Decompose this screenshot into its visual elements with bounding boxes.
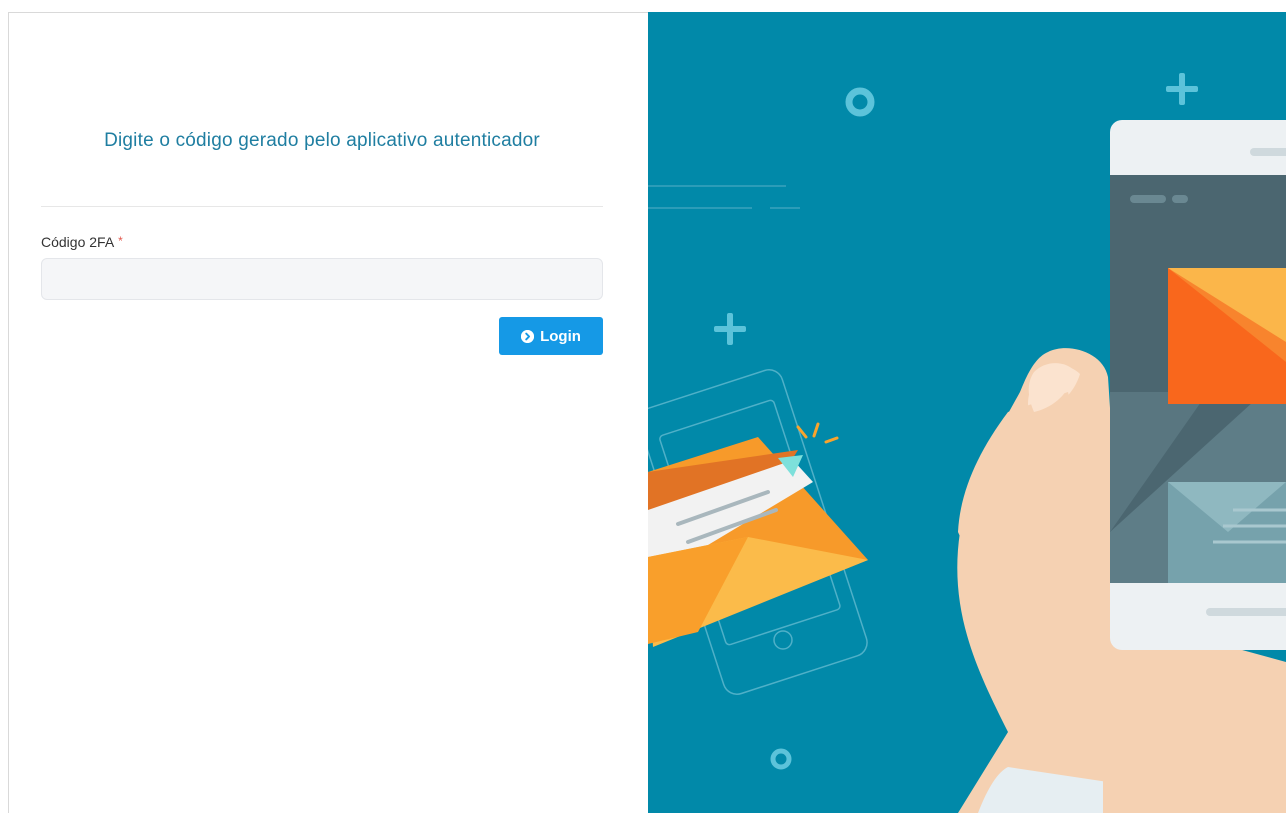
two-factor-login-page: Digite o código gerado pelo aplicativo a… [0, 0, 1286, 813]
login-panel: Digite o código gerado pelo aplicativo a… [8, 12, 648, 813]
ring-decor-icon [845, 87, 875, 117]
illustration-graphic [648, 73, 1286, 813]
login-button[interactable]: Login [499, 317, 603, 355]
code-field-label-text: Código 2FA [41, 234, 115, 250]
title-divider [41, 206, 603, 207]
envelope-icon [1168, 268, 1286, 404]
page-title: Digite o código gerado pelo aplicativo a… [104, 130, 540, 151]
plus-decor-icon [1166, 73, 1198, 105]
required-marker: * [118, 234, 123, 248]
plus-decor-icon [714, 313, 746, 345]
two-factor-code-input[interactable] [41, 258, 603, 300]
email-phone-illustration [648, 12, 1286, 813]
login-button-label: Login [540, 327, 581, 345]
ring-decor-icon [770, 748, 792, 770]
code-field-label: Código 2FA * [41, 234, 123, 250]
envelope-icon [648, 422, 868, 647]
chevron-circle-right-icon [521, 329, 535, 343]
